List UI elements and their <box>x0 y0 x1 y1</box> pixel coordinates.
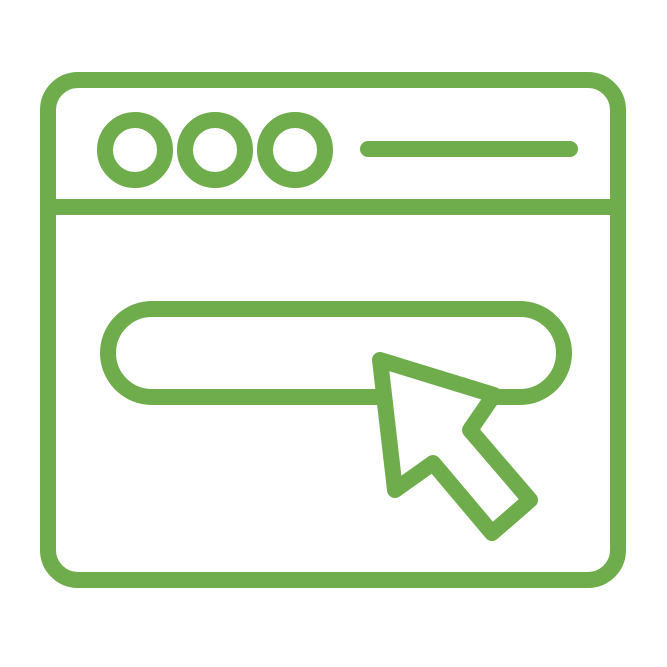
window-dot-icon <box>177 112 253 188</box>
browser-window-click-graphic <box>40 72 626 588</box>
window-dot-icon <box>97 112 173 188</box>
window-dot-icon <box>257 112 333 188</box>
mouse-cursor-icon <box>372 352 538 541</box>
browser-window-click-icon <box>0 0 667 667</box>
search-input-box <box>100 301 572 405</box>
